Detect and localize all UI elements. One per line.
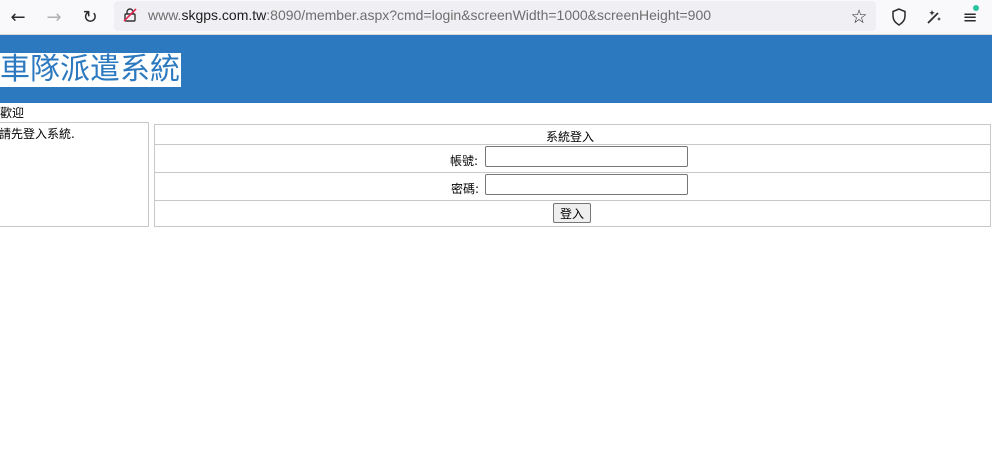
password-row: 密碼: xyxy=(155,173,990,201)
site-title: 車隊派遣系統 xyxy=(0,52,181,87)
main-layout-table: 請先登入系統. 系統登入 帳號: 密碼: 登入 xyxy=(0,121,992,227)
shield-button[interactable] xyxy=(887,5,911,29)
back-arrow-icon: ← xyxy=(10,6,26,28)
login-heading: 系統登入 xyxy=(546,130,595,144)
url-text[interactable]: www.skgps.com.tw:8090/member.aspx?cmd=lo… xyxy=(148,7,711,23)
reload-icon: ↻ xyxy=(82,6,98,28)
login-button[interactable]: 登入 xyxy=(553,203,591,223)
star-icon: ☆ xyxy=(850,6,868,28)
url-path: :8090/member.aspx?cmd=login&screenWidth=… xyxy=(266,7,712,23)
address-bar[interactable]: www.skgps.com.tw:8090/member.aspx?cmd=lo… xyxy=(114,1,876,31)
update-dot-icon xyxy=(973,5,979,11)
password-label: 密碼: xyxy=(451,182,480,196)
extensions-button[interactable] xyxy=(922,5,946,29)
account-row: 帳號: xyxy=(155,145,990,173)
back-button[interactable]: ← xyxy=(6,5,30,29)
browser-toolbar: ← → ↻ www.skgps.com.tw:8090/member.aspx?… xyxy=(0,0,992,35)
forward-button[interactable]: → xyxy=(42,5,66,29)
password-input[interactable] xyxy=(485,174,688,195)
reload-button[interactable]: ↻ xyxy=(78,5,102,29)
submit-row: 登入 xyxy=(155,201,990,226)
login-heading-row: 系統登入 xyxy=(155,125,990,145)
url-prefix: www. xyxy=(148,7,182,23)
url-host: skgps.com.tw xyxy=(181,7,267,23)
sidebar-cell: 請先登入系統. xyxy=(0,122,149,227)
magic-wand-icon xyxy=(927,10,941,24)
account-input[interactable] xyxy=(485,146,688,167)
account-label: 帳號: xyxy=(450,154,479,168)
forward-arrow-icon: → xyxy=(46,6,62,28)
login-form: 系統登入 帳號: 密碼: 登入 xyxy=(154,124,991,227)
welcome-text: 歡迎 xyxy=(0,106,25,120)
site-banner: 車隊派遣系統 xyxy=(0,35,992,103)
insecure-lock-icon xyxy=(123,8,137,22)
app-menu-button[interactable]: ≡ xyxy=(958,5,982,29)
login-prompt: 請先登入系統. xyxy=(0,127,75,141)
bookmark-button[interactable]: ☆ xyxy=(847,5,871,29)
shield-icon xyxy=(892,8,906,26)
